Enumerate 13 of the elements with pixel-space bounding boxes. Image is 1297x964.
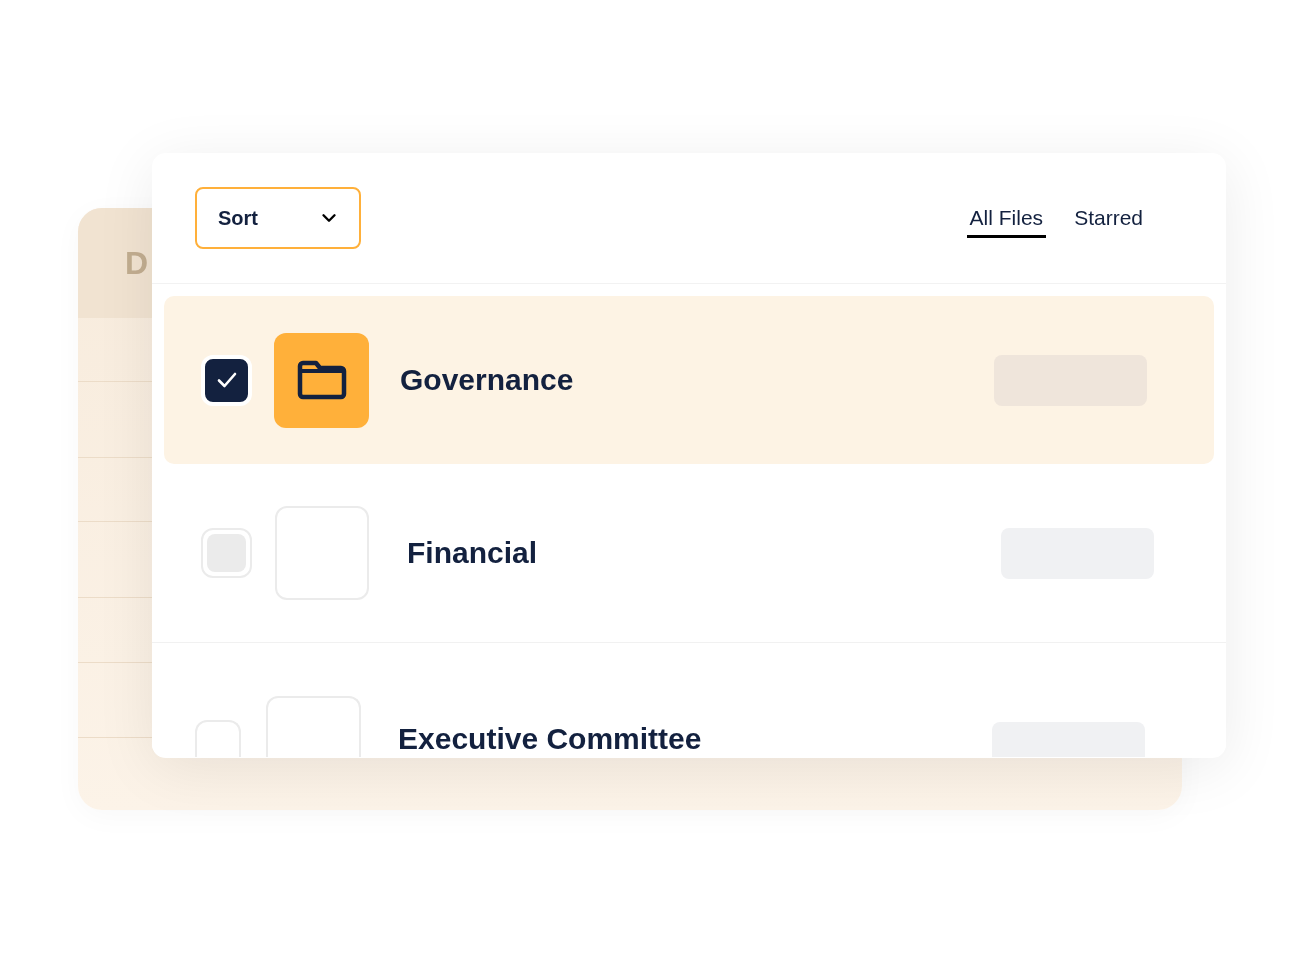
column-header: D (125, 247, 149, 279)
folder-icon (274, 332, 369, 428)
file-name: Financial (407, 536, 538, 570)
file-row[interactable]: Governance (164, 296, 1214, 464)
tab[interactable]: Starred (1071, 198, 1146, 238)
file-name: Governance (400, 363, 574, 397)
check-icon (216, 372, 237, 388)
file-row[interactable]: Executive Committee (152, 643, 1226, 757)
sort-dropdown[interactable]: Sort (195, 187, 361, 249)
checkbox[interactable] (195, 720, 241, 757)
tab[interactable]: All Files (966, 198, 1047, 238)
file-name: Executive Committee (398, 722, 702, 756)
file-row[interactable]: Financial (152, 464, 1226, 643)
